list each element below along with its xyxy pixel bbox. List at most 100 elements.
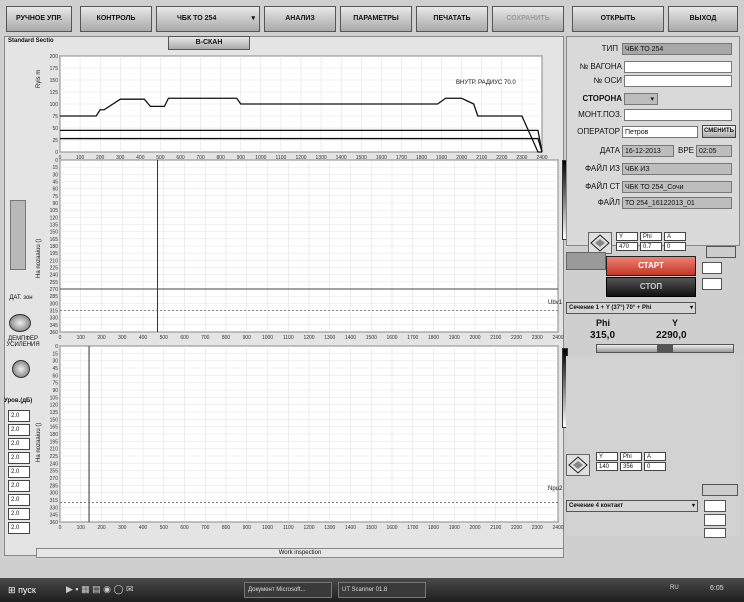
cursor2-value-phi: 356 [620,462,642,471]
chart3-y-tick-label: 195 [50,439,59,445]
level-label: Уров.(дБ) [4,398,33,404]
chart1-y-tick-label: 50 [52,126,58,132]
level-input-8[interactable]: 2.0 [8,508,30,520]
start-button[interactable]: СТАРТ [606,256,696,276]
chart3-y-tick-label: 300 [50,491,59,497]
chart1-y-tick-label: 150 [50,78,59,84]
chart3-x-tick-label: 2300 [532,525,543,531]
chart1-y-tick-label: 100 [50,102,59,108]
chart2-x-tick-label: 2400 [552,335,563,341]
language-indicator[interactable]: RU [670,585,679,591]
chart3-y-tick-label: 150 [50,417,59,423]
speed-knob[interactable] [9,314,31,332]
level-input-2[interactable]: 2.0 [8,424,30,436]
start-menu-button[interactable]: ⊞ пуск [4,582,56,598]
chart3-x-tick-label: 900 [243,525,252,531]
change-operator-button[interactable]: СМЕНИТЬ [702,125,736,138]
chart2-y-tick-label: 60 [52,187,58,193]
chart3-y-tick-label: 120 [50,403,59,409]
type-field[interactable]: ЧБК ТО 254 [622,43,732,55]
chart3-y-tick-label: 165 [50,425,59,431]
wagon-field[interactable] [624,61,732,73]
crosshair-icon[interactable] [566,454,590,476]
crosshair-icon[interactable] [588,232,612,254]
system-clock[interactable]: 6:05 [710,585,724,592]
contact-section-select[interactable]: Сечение 4 контакт ▾ [566,500,698,512]
slider-thumb[interactable] [657,345,673,352]
cursor1-value-a: 0 [664,242,686,251]
operator-field[interactable]: Петров [622,126,698,138]
chart3-x-tick-label: 500 [160,525,169,531]
status-text: Work inspection [278,550,322,556]
y-axis-toggle[interactable] [702,262,722,274]
chart3-y-tick-label: 0 [55,344,58,350]
chart2-y-tick-label: 315 [50,309,59,315]
chart3-y-tick-label: 330 [50,505,59,511]
chart2-x-tick-label: 700 [201,335,210,341]
chart2-y-tick-label: 105 [50,208,59,214]
chart2-x-tick-label: 1100 [283,335,294,341]
mode-toggle[interactable] [566,252,606,270]
level-input-3[interactable]: 2.0 [8,438,30,450]
level-input-6[interactable]: 2.0 [8,480,30,492]
level-input-4[interactable]: 2.0 [8,452,30,464]
side-select[interactable]: ▾ [624,93,658,105]
wagon-label: № ВАГОНА [579,62,622,71]
chart3-x-tick-label: 1900 [449,525,460,531]
amp-axis-toggle-2[interactable] [704,528,726,538]
chart3-y-tick-label: 60 [52,373,58,379]
chart3-marker: Npu2 [548,486,563,492]
scan-section-select[interactable]: Сечение 1 + Y (37°) 70° + Phi ▾ [566,302,696,314]
phi-value: 315,0 [590,330,616,341]
chart3-y-tick-label: 360 [50,520,59,526]
phi-axis-toggle[interactable] [702,278,722,290]
chart1-y-tick-label: 75 [52,114,58,120]
phi-axis-toggle-2[interactable] [704,514,726,526]
chart2-y-tick-label: 180 [50,244,59,250]
chart2-y-tick-label: 270 [50,287,59,293]
chart3-x-tick-label: 1100 [283,525,294,531]
chart2-y-tick-label: 45 [52,180,58,186]
gain-knob[interactable] [12,360,30,378]
level-input-5[interactable]: 2.0 [8,466,30,478]
chart3-y-tick-label: 135 [50,410,59,416]
chart3-x-tick-label: 800 [222,525,231,531]
windows-logo-icon: ⊞ [8,585,16,595]
y-axis-toggle-2[interactable] [704,500,726,512]
stop-button[interactable]: СТОП [606,277,696,297]
y-label: Y [672,318,679,328]
chart3-x-tick-label: 1700 [407,525,418,531]
zoom-toggle-2[interactable] [702,484,738,496]
type-label: ТИП [601,44,618,53]
cursor1-header-a: A [664,232,686,241]
time-field: 02:05 [696,145,732,157]
mount-field[interactable] [624,109,732,121]
taskbar-item-document[interactable]: Документ Microsoft... [244,582,332,598]
level-input-9[interactable]: 2.0 [8,522,30,534]
chart3-y-tick-label: 210 [50,447,59,453]
chart2-y-tick-label: 165 [50,237,59,243]
chart2-ylabel: Ha nozaaiuu () [36,238,42,278]
level-input-7[interactable]: 2.0 [8,494,30,506]
chart3-x-tick-label: 100 [77,525,86,531]
chart2-x-tick-label: 400 [139,335,148,341]
cursor1-header-y: Y [616,232,638,241]
cursor2-header-phi: Phi [620,452,642,461]
chart1-y-tick-label: 200 [50,54,59,60]
level-input-1[interactable]: 2.0 [8,410,30,422]
chart2-x-tick-label: 1800 [428,335,439,341]
gain-label: ДЕМПФЕР УСИЛЕНИЯ [6,336,40,348]
taskbar-item-ut-scanner[interactable]: UT Scanner 01.8 [338,582,426,598]
chart3-x-tick-label: 1400 [345,525,356,531]
position-slider[interactable] [596,344,734,353]
chart3-x-tick-label: 1600 [386,525,397,531]
file2-label: ФАЙЛ СТ [585,182,620,191]
zoom-toggle[interactable] [706,246,736,258]
date-field: 16-12-2013 [622,145,674,157]
quick-launch-icons[interactable]: ▶ ▪ ▦ ▤ ◉ ◯ ✉ [66,584,134,595]
axle-field[interactable] [624,75,732,87]
file2-field: ЧБК ТО 254_Сочи [622,181,732,193]
chart2-x-tick-label: 2300 [532,335,543,341]
cursor1-value-y: 470 [616,242,638,251]
vertical-slider[interactable] [10,200,26,270]
